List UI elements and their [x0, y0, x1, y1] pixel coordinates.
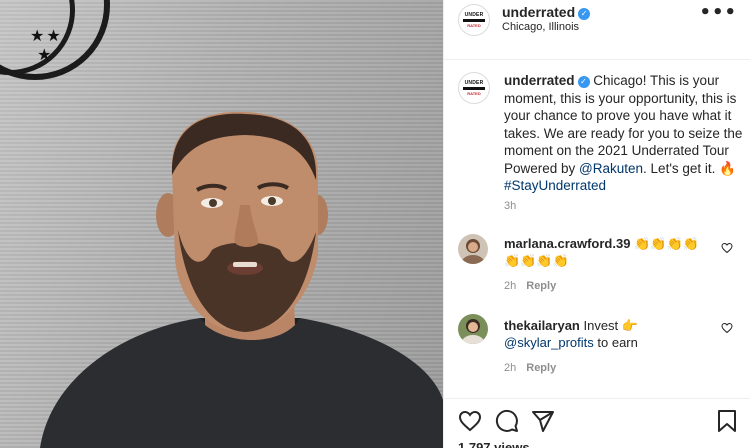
comment-like-icon[interactable]	[721, 322, 733, 334]
comment-time[interactable]: 2h	[504, 280, 516, 292]
post-media-video[interactable]: ★★ ★	[0, 0, 443, 448]
avatar-logo-subtext: RATED	[467, 23, 481, 28]
post-actions-bar: 1,797 views	[444, 398, 750, 448]
commenter-avatar[interactable]	[458, 234, 488, 264]
reply-button[interactable]: Reply	[526, 280, 556, 292]
avatar-logo-bar	[463, 19, 485, 22]
reply-button[interactable]: Reply	[526, 362, 556, 374]
save-icon[interactable]	[715, 409, 739, 433]
avatar-logo-subtext: RATED	[467, 91, 481, 96]
verified-badge-icon: ✓	[577, 75, 590, 88]
more-horizontal-icon[interactable]: •••	[699, 4, 737, 22]
caption-timestamp[interactable]: 3h	[504, 200, 516, 212]
verified-badge-icon: ✓	[578, 7, 591, 20]
caption-body-end: . Let's get it. 🔥	[643, 160, 736, 176]
comment-meta: 2h Reply	[504, 280, 566, 292]
comment-body: Invest 👉	[579, 318, 638, 333]
post-location[interactable]: Chicago, Illinois	[502, 21, 579, 33]
comment-time[interactable]: 2h	[504, 362, 516, 374]
hashtag-link[interactable]: #StayUnderrated	[504, 178, 606, 193]
avatar-logo-bar	[463, 87, 485, 90]
comment-body-end: to earn	[593, 335, 638, 350]
comment-meta: 2h Reply	[504, 362, 566, 374]
comment-text: marlana.crawford.39 👏👏👏👏👏👏👏👏	[504, 235, 714, 269]
avatar-logo-text: UNDER	[464, 80, 484, 86]
post-header: UNDER RATED underrated ✓ Chicago, Illinoi…	[444, 0, 750, 60]
comment-text: thekailaryan Invest 👉 @skylar_profits to…	[504, 317, 714, 351]
caption-username[interactable]: underrated	[504, 73, 575, 88]
commenter-avatar[interactable]	[458, 314, 488, 344]
account-avatar[interactable]: UNDER RATED	[458, 4, 490, 36]
like-icon[interactable]	[458, 409, 482, 433]
commenter-username[interactable]: thekailaryan	[504, 318, 580, 333]
mention-link[interactable]: @Rakuten	[579, 161, 643, 176]
avatar-logo-text: UNDER	[464, 12, 484, 18]
username-text[interactable]: underrated	[502, 4, 575, 20]
comment-like-icon[interactable]	[721, 242, 733, 254]
caption-avatar[interactable]: UNDER RATED	[458, 72, 490, 104]
account-username[interactable]: underrated ✓	[502, 4, 591, 20]
mention-link[interactable]: @skylar_profits	[504, 335, 594, 350]
views-count[interactable]: 1,797 views	[458, 440, 530, 448]
caption-text: underrated ✓ Chicago! This is your moment…	[504, 72, 744, 195]
post-sidebar: UNDER RATED underrated ✓ Chicago, Illinoi…	[443, 0, 750, 448]
share-icon[interactable]	[531, 409, 555, 433]
comment-icon[interactable]	[495, 409, 519, 433]
commenter-username[interactable]: marlana.crawford.39	[504, 236, 630, 251]
person-in-video	[40, 111, 443, 448]
